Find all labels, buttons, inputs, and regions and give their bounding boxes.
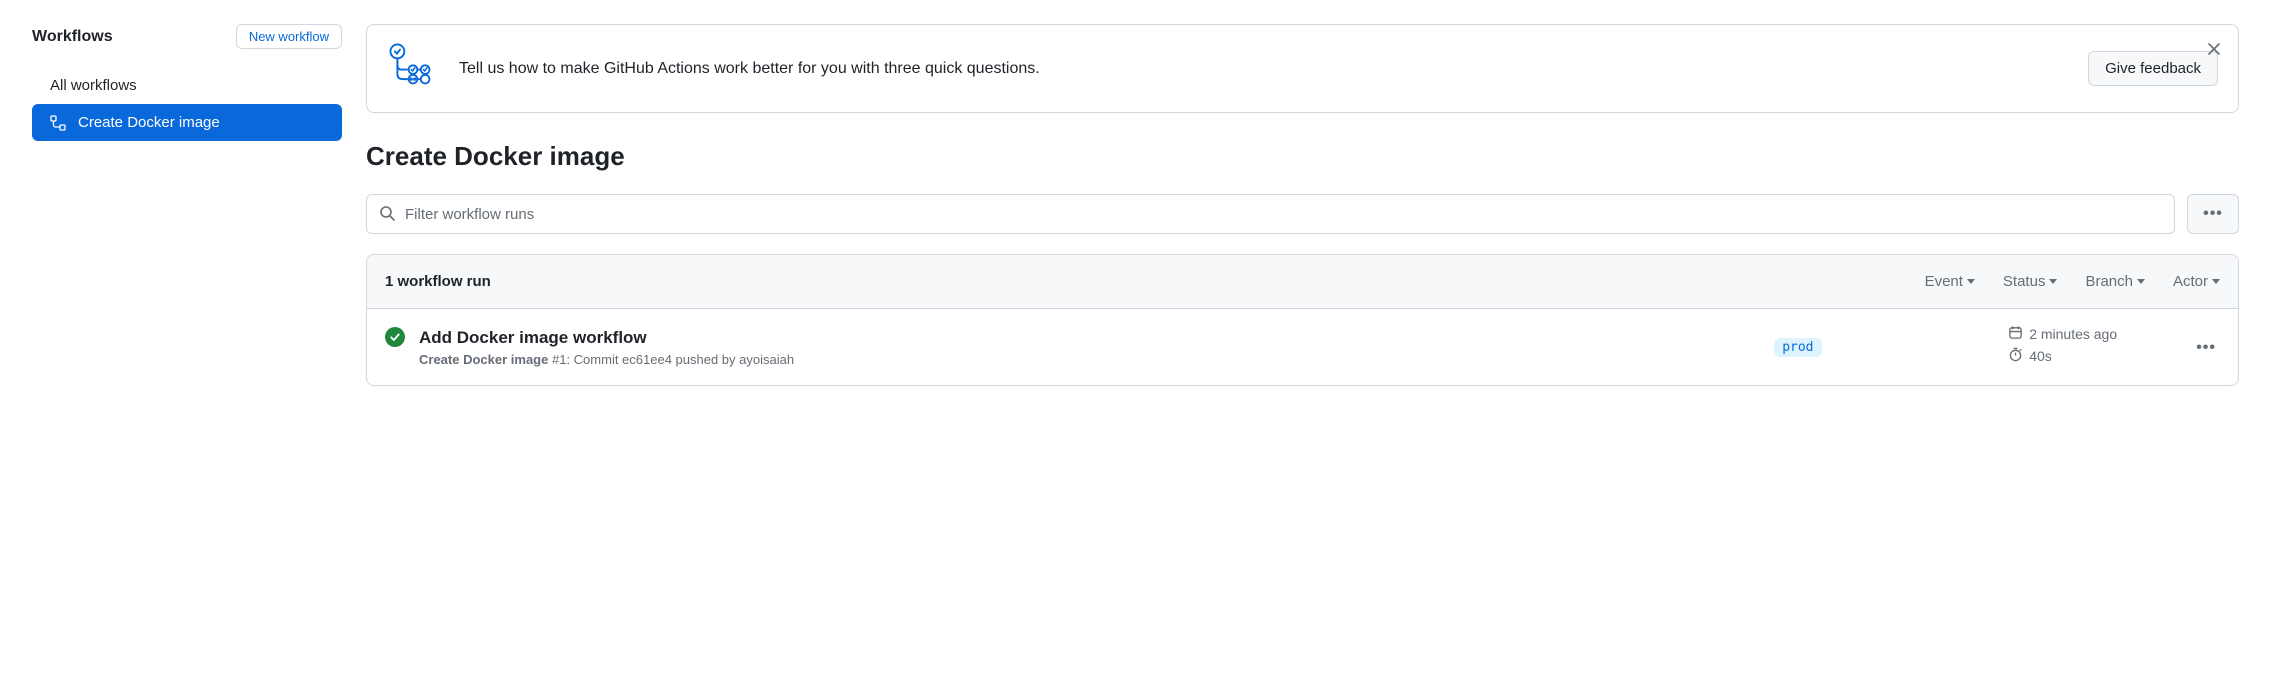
run-detail: : Commit ec61ee4 pushed by ayoisaiah (566, 352, 794, 367)
chevron-down-icon (1967, 279, 1975, 284)
actions-graphic-icon (387, 41, 439, 96)
calendar-icon (2008, 325, 2023, 343)
branch-column: prod (1774, 338, 1994, 357)
page-title: Create Docker image (366, 141, 2239, 172)
filter-row: ••• (366, 194, 2239, 234)
give-feedback-button[interactable]: Give feedback (2088, 51, 2218, 86)
main-content: Tell us how to make GitHub Actions work … (366, 24, 2239, 386)
workflow-icon (50, 115, 66, 131)
sidebar: Workflows New workflow All workflows Cre… (32, 24, 342, 386)
run-subtitle: Create Docker image #1: Commit ec61ee4 p… (419, 352, 1760, 367)
filter-label: Event (1925, 273, 1963, 290)
search-icon (379, 205, 395, 224)
workflow-kebab-button[interactable]: ••• (2187, 194, 2239, 234)
time-column: 2 minutes ago 40s (2008, 325, 2178, 369)
filter-label: Branch (2085, 273, 2133, 290)
branch-tag[interactable]: prod (1774, 338, 1821, 357)
filter-input-wrap[interactable] (366, 194, 2175, 234)
sidebar-item-all-workflows[interactable]: All workflows (32, 67, 342, 104)
run-relative-time: 2 minutes ago (2029, 326, 2117, 342)
run-number: #1 (552, 352, 566, 367)
chevron-down-icon (2137, 279, 2145, 284)
filter-input[interactable] (405, 206, 2162, 223)
chevron-down-icon (2049, 279, 2057, 284)
filter-actor[interactable]: Actor (2173, 273, 2220, 290)
run-kebab-button[interactable]: ••• (2192, 335, 2220, 360)
sidebar-item-create-docker-image[interactable]: Create Docker image (32, 104, 342, 141)
run-duration-value: 40s (2029, 348, 2052, 364)
sidebar-title: Workflows (32, 28, 113, 46)
filter-status[interactable]: Status (2003, 273, 2058, 290)
kebab-icon: ••• (2196, 339, 2216, 356)
table-row[interactable]: Add Docker image workflow Create Docker … (367, 309, 2238, 385)
new-workflow-button[interactable]: New workflow (236, 24, 342, 49)
runs-header: 1 workflow run Event Status Branch Actor (367, 255, 2238, 309)
run-main: Add Docker image workflow Create Docker … (419, 328, 1760, 367)
run-workflow-name: Create Docker image (419, 352, 548, 367)
feedback-banner: Tell us how to make GitHub Actions work … (366, 24, 2239, 113)
runs-filters: Event Status Branch Actor (1925, 273, 2220, 290)
chevron-down-icon (2212, 279, 2220, 284)
runs-table: 1 workflow run Event Status Branch Actor (366, 254, 2239, 386)
run-title[interactable]: Add Docker image workflow (419, 328, 1760, 348)
sidebar-item-label: Create Docker image (78, 114, 220, 131)
filter-event[interactable]: Event (1925, 273, 1975, 290)
run-duration: 40s (2008, 347, 2178, 365)
kebab-icon: ••• (2203, 206, 2223, 222)
filter-branch[interactable]: Branch (2085, 273, 2145, 290)
filter-label: Status (2003, 273, 2046, 290)
stopwatch-icon (2008, 347, 2023, 365)
success-icon (385, 327, 405, 347)
runs-count: 1 workflow run (385, 273, 1925, 290)
run-time: 2 minutes ago (2008, 325, 2178, 343)
close-icon[interactable] (2204, 39, 2224, 59)
filter-label: Actor (2173, 273, 2208, 290)
banner-text: Tell us how to make GitHub Actions work … (459, 60, 2068, 78)
sidebar-item-label: All workflows (50, 77, 137, 94)
sidebar-header: Workflows New workflow (32, 24, 342, 49)
